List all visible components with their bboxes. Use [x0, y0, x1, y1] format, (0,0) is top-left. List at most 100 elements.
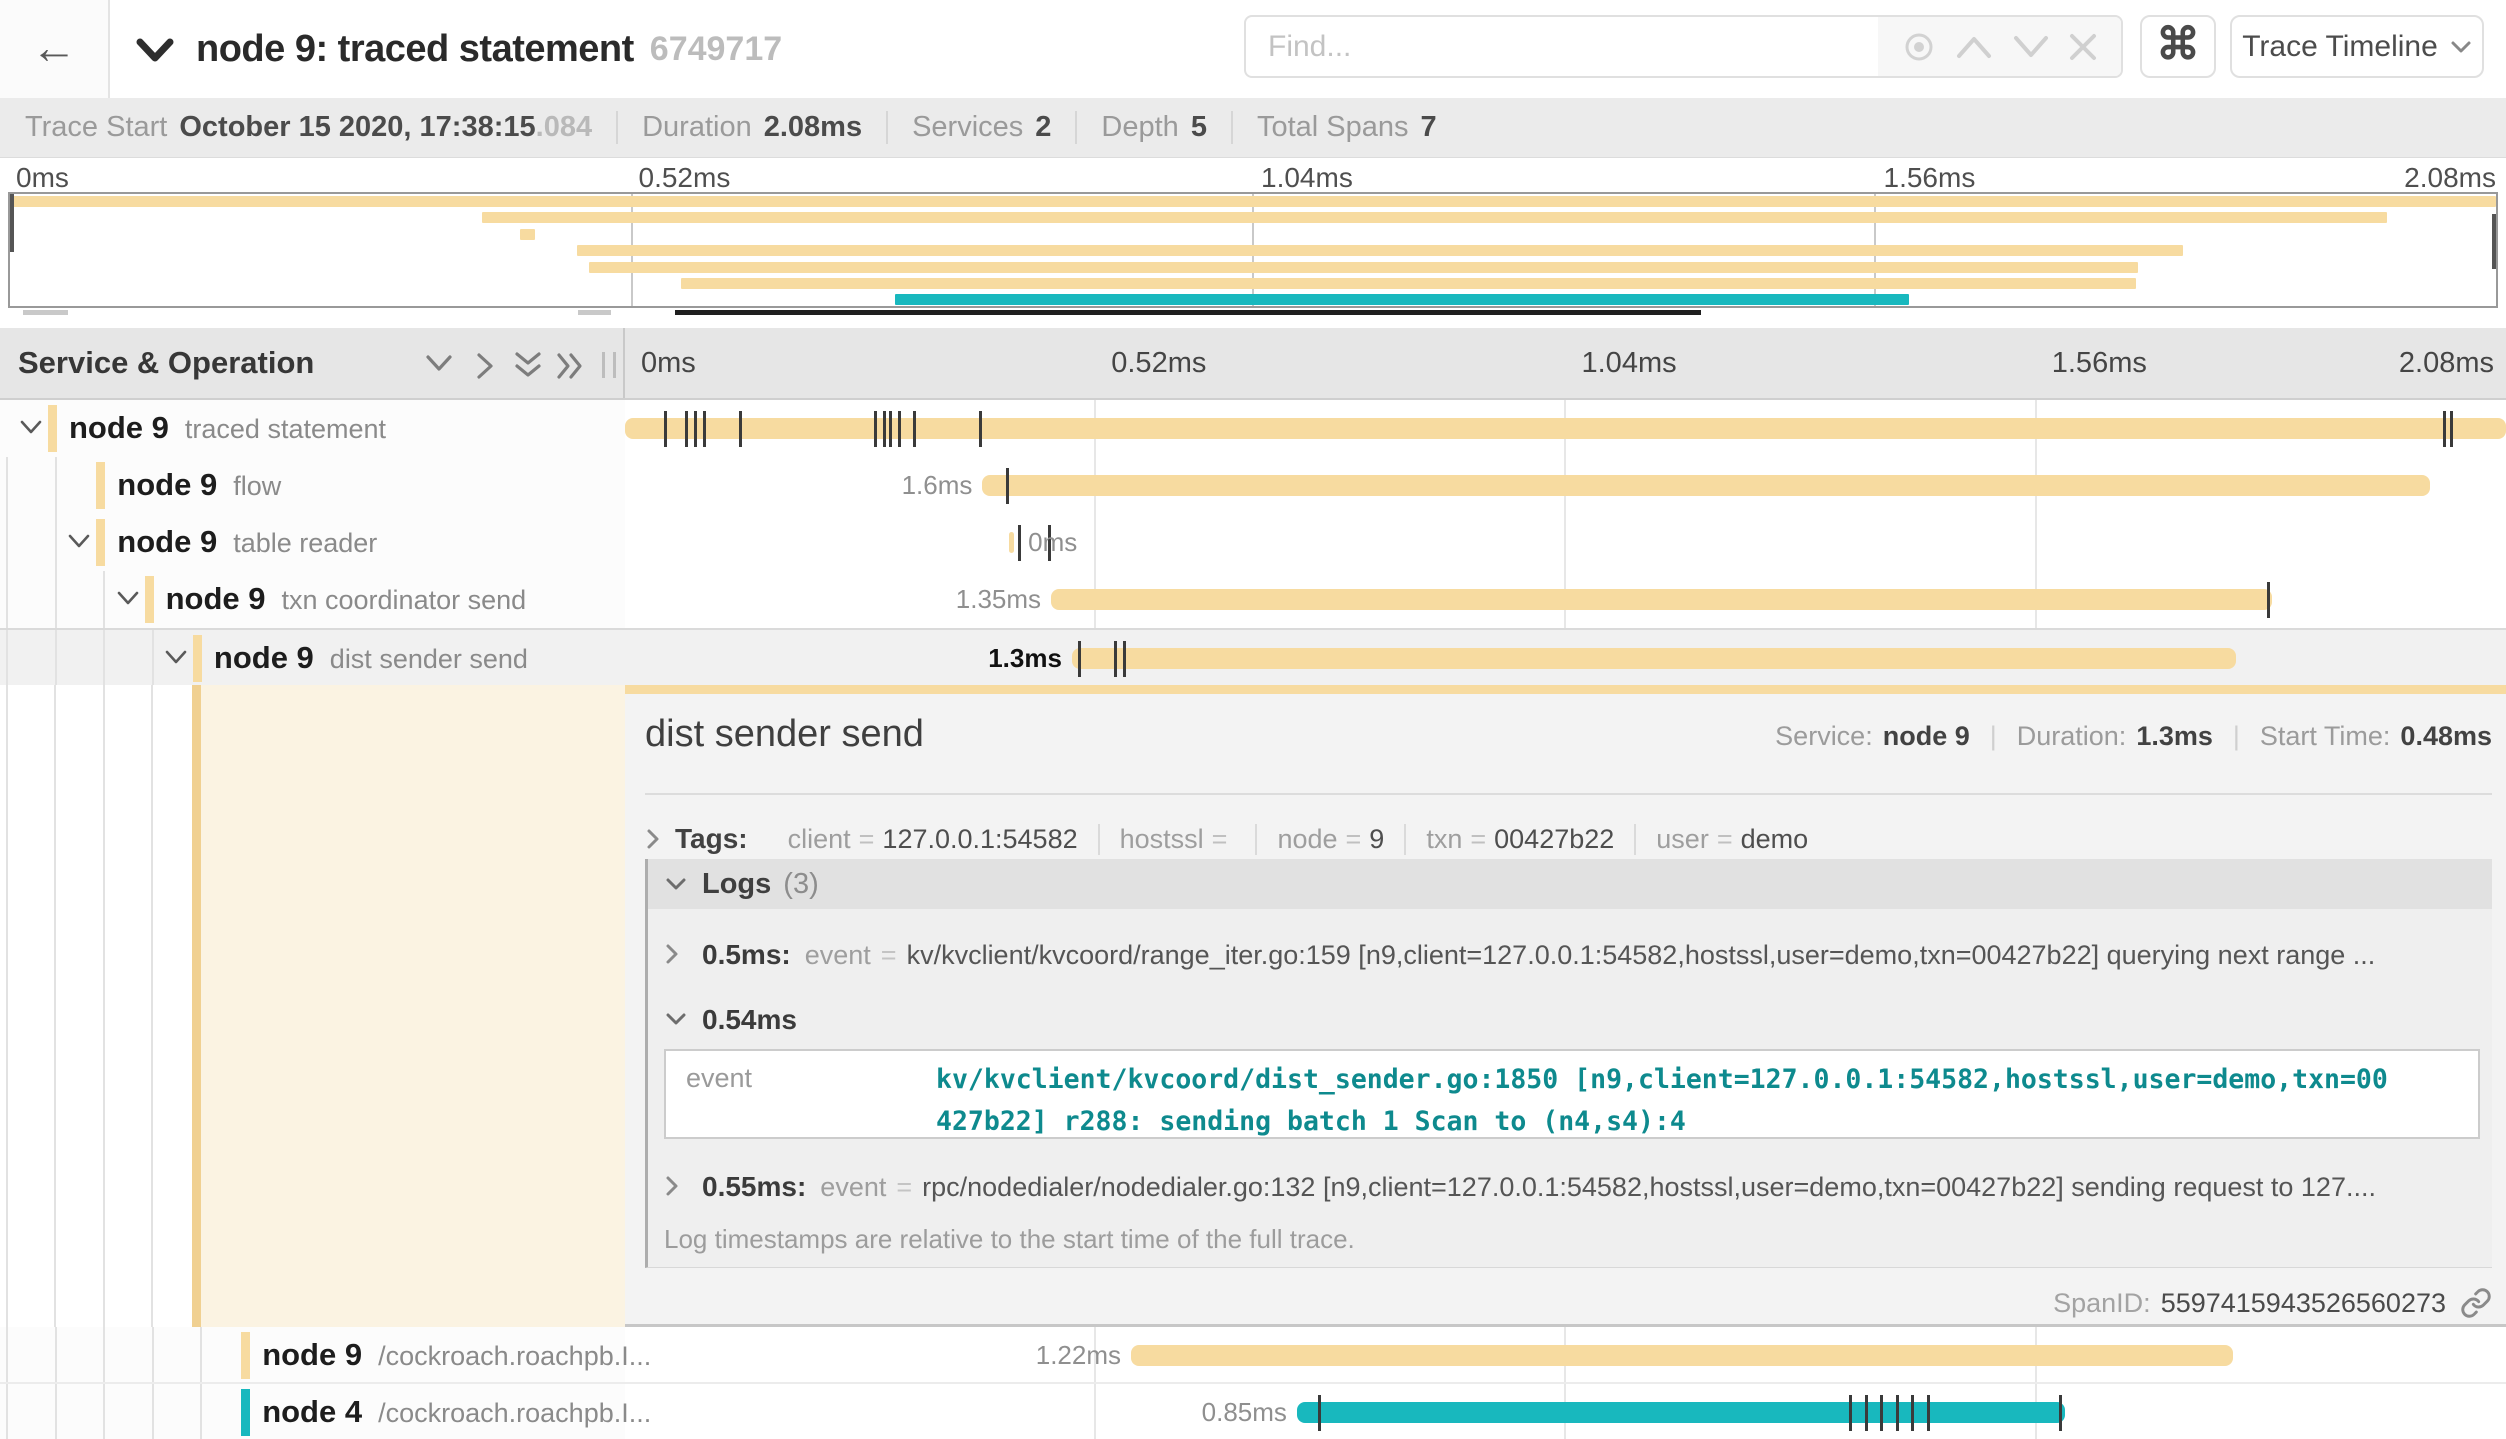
span-id-row: SpanID: 5597415943526560273 [2053, 1287, 2492, 1319]
keyboard-shortcuts-button[interactable]: ⌘ [2140, 15, 2216, 78]
minimap-canvas[interactable] [8, 192, 2498, 308]
collapse-span-chevron-icon[interactable] [66, 532, 92, 550]
span-bar-cell[interactable]: 1.35ms [625, 571, 2506, 628]
expand-all-icon[interactable] [556, 351, 586, 381]
span-duration-bar[interactable] [1009, 532, 1014, 553]
tag-value: 127.0.0.1:54582 [882, 824, 1077, 855]
span-duration-bar[interactable] [1297, 1402, 2065, 1423]
span-duration-label: 1.6ms [902, 457, 973, 514]
indent-guide [103, 571, 105, 628]
span-event-tick [1927, 1395, 1930, 1431]
collapse-one-icon[interactable] [424, 351, 454, 375]
span-duration-bar[interactable] [625, 418, 2506, 439]
tag-key: client [788, 824, 851, 855]
trace-info-item: Depth5 [1075, 111, 1207, 144]
view-selector-button[interactable]: Trace Timeline [2230, 15, 2484, 78]
locate-icon[interactable] [1900, 28, 1938, 66]
minimap-scroll-piece[interactable] [578, 310, 610, 315]
minimap-scroll-piece[interactable] [23, 310, 68, 315]
minimap-left-scrub-handle[interactable] [10, 194, 14, 252]
span-event-tick [913, 411, 916, 447]
span-bar-cell[interactable]: 1.3ms [625, 630, 2506, 685]
deep-link-icon[interactable] [2460, 1287, 2492, 1319]
collapse-span-chevron-icon[interactable] [18, 418, 44, 436]
span-duration-bar[interactable] [982, 475, 2430, 496]
span-name-cell[interactable]: node 9table reader [0, 514, 625, 571]
log-entry[interactable]: 0.5ms: event = kv/kvclient/kvcoord/range… [664, 939, 2482, 979]
span-service-name: node 9 [166, 581, 266, 616]
minimap-scrollbar[interactable] [8, 310, 2498, 318]
log-value: kv/kvclient/kvcoord/range_iter.go:159 [n… [907, 940, 2482, 971]
back-button[interactable]: ← [0, 0, 110, 98]
span-event-tick [1123, 641, 1126, 677]
selected-span-tint [201, 685, 625, 1327]
find-input[interactable] [1246, 17, 1878, 76]
indent-guide [55, 457, 57, 514]
span-row: node 9traced statement [0, 400, 2506, 457]
indent-guide [103, 630, 105, 685]
span-name-cell[interactable]: node 9txn coordinator send [0, 571, 625, 628]
span-name-cell[interactable]: node 9/cockroach.roachpb.I... [0, 1327, 625, 1382]
indent-guide [200, 1327, 202, 1382]
column-resizer[interactable] [602, 352, 616, 378]
span-color-block [241, 1332, 250, 1379]
indent-guide [6, 630, 8, 685]
top-bar: ← node 9: traced statement 6749717 [0, 0, 2506, 98]
tag-value: 00427b22 [1494, 824, 1614, 855]
span-detail-row: dist sender send Service:node 9|Duration… [0, 685, 2506, 1327]
chevron-right-icon [645, 827, 661, 851]
next-result-icon[interactable] [2011, 34, 2051, 60]
chevron-down-icon [664, 1011, 688, 1027]
span-event-tick [2267, 582, 2270, 618]
trace-info-bar: Trace StartOctober 15 2020, 17:38:15.084… [0, 98, 2506, 158]
minimap-scroll-piece[interactable] [675, 310, 1701, 315]
span-detail-left-gutter [0, 685, 625, 1327]
span-duration-bar[interactable] [1072, 648, 2236, 669]
timeline-tick-label: 1.04ms [1582, 328, 1677, 398]
span-bar-cell[interactable]: 0ms [625, 514, 2506, 571]
back-arrow-icon: ← [31, 20, 77, 74]
minimap-span-bar [895, 294, 1909, 305]
clear-search-icon[interactable] [2067, 31, 2099, 63]
span-name-cell[interactable]: node 9flow [0, 457, 625, 514]
span-operation: table reader [233, 528, 377, 558]
indent-guide [6, 1327, 8, 1382]
minimap-right-scrub-handle[interactable] [2492, 214, 2496, 269]
span-service-name: node 9 [117, 467, 217, 502]
span-event-tick [1114, 641, 1117, 677]
span-duration-bar[interactable] [1131, 1345, 2233, 1366]
span-bar-cell[interactable]: 1.22ms [625, 1327, 2506, 1382]
span-bar-cell[interactable]: 1.6ms [625, 457, 2506, 514]
collapse-title-chevron-icon[interactable] [136, 38, 174, 64]
metric-value: 0.48ms [2400, 721, 2492, 752]
timeline-body: node 9traced statementnode 9flow1.6msnod… [0, 400, 2506, 1439]
span-name-cell[interactable]: node 9dist sender send [0, 630, 625, 685]
log-entry-expanded[interactable]: 0.54ms [664, 1004, 2482, 1044]
logs-header[interactable]: Logs (3) [648, 859, 2492, 909]
log-value: rpc/nodedialer/nodedialer.go:132 [n9,cli… [922, 1172, 2482, 1203]
metric-label: Duration: [2017, 721, 2127, 752]
collapse-all-icon[interactable] [513, 351, 543, 381]
span-event-tick [1318, 1395, 1321, 1431]
expand-one-icon[interactable] [473, 351, 497, 381]
command-icon: ⌘ [2156, 19, 2200, 70]
span-operation: traced statement [185, 414, 386, 444]
indent-guide [6, 514, 8, 571]
span-name-cell[interactable]: node 4/cockroach.roachpb.I... [0, 1384, 625, 1439]
indent-guide [55, 1384, 57, 1439]
minimap-tick-label: 0.52ms [639, 162, 731, 194]
collapse-span-chevron-icon[interactable] [115, 589, 141, 607]
span-color-block [96, 519, 105, 566]
span-bar-cell[interactable]: 0.85ms [625, 1384, 2506, 1439]
timeline-tick-label: 0.52ms [1111, 328, 1206, 398]
chevron-down-icon [2450, 40, 2472, 54]
prev-result-icon[interactable] [1954, 34, 1994, 60]
collapse-span-chevron-icon[interactable] [163, 648, 189, 666]
log-entry[interactable]: 0.55ms: event = rpc/nodedialer/nodediale… [664, 1171, 2482, 1211]
span-bar-cell[interactable] [625, 400, 2506, 457]
span-name-cell[interactable]: node 9traced statement [0, 400, 625, 457]
metric-value: node 9 [1883, 721, 1970, 752]
chevron-down-icon [664, 876, 688, 892]
span-duration-bar[interactable] [1051, 589, 2272, 610]
span-operation: /cockroach.roachpb.I... [378, 1341, 651, 1371]
